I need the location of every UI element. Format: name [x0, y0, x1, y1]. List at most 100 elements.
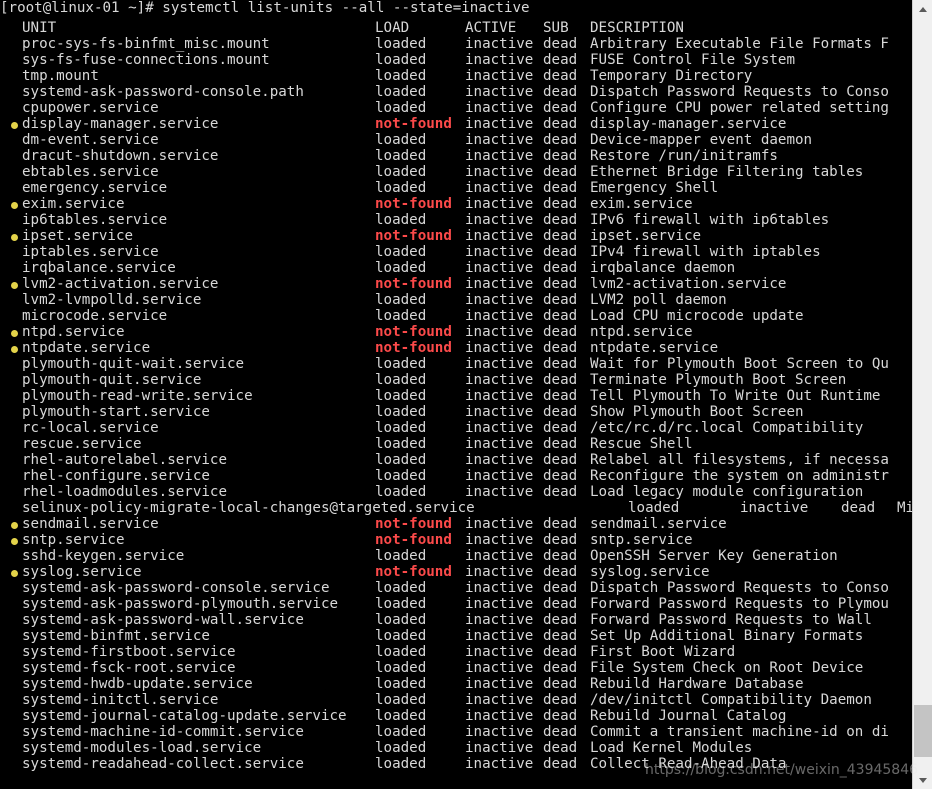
- unit-name: systemd-ask-password-wall.service: [22, 612, 304, 628]
- load-state: loaded: [375, 756, 427, 772]
- table-row: ntpdate.service not-found inactive dead ntpd…: [0, 340, 912, 356]
- load-state: loaded: [375, 148, 427, 164]
- load-state-not-found: not-found: [375, 340, 452, 356]
- table-row: systemd-readahead-collect.service loaded i…: [0, 756, 912, 772]
- scrollbar-track[interactable]: [913, 18, 932, 771]
- prompt-command-text: [root@linux-01 ~]# systemctl list-units …: [0, 0, 530, 16]
- active-state: inactive: [465, 196, 534, 212]
- load-state: loaded: [375, 644, 427, 660]
- active-state: inactive: [465, 708, 534, 724]
- unit-description: Reconfigure the system on administr: [590, 468, 889, 484]
- load-state: loaded: [375, 468, 427, 484]
- active-state: inactive: [465, 244, 534, 260]
- sub-state: dead: [543, 532, 578, 548]
- status-bullet-icon: [11, 346, 18, 353]
- table-row: systemd-machine-id-commit.service loaded i…: [0, 724, 912, 740]
- load-state: loaded: [375, 292, 427, 308]
- active-state: inactive: [465, 324, 534, 340]
- unit-description: Device-mapper event daemon: [590, 132, 813, 148]
- table-row: sendmail.service not-found inactive dead sen…: [0, 516, 912, 532]
- sub-state: dead: [543, 356, 578, 372]
- unit-description: ipset.service: [590, 228, 702, 244]
- unit-description: Wait for Plymouth Boot Screen to Qu: [590, 356, 889, 372]
- load-state: loaded: [375, 372, 427, 388]
- table-row: exim.service not-found inactive dead exim.se…: [0, 196, 912, 212]
- active-state: inactive: [465, 740, 534, 756]
- unit-description: sendmail.service: [590, 516, 727, 532]
- unit-description: Migrate local SELinu: [897, 500, 912, 516]
- active-state: inactive: [465, 228, 534, 244]
- load-state: loaded: [375, 420, 427, 436]
- load-state-not-found: not-found: [375, 116, 452, 132]
- chevron-up-icon: [918, 6, 927, 12]
- unit-description: Terminate Plymouth Boot Screen: [590, 372, 847, 388]
- sub-state: dead: [543, 212, 578, 228]
- load-state: loaded: [375, 132, 427, 148]
- load-state: loaded: [375, 212, 427, 228]
- load-state-not-found: not-found: [375, 228, 452, 244]
- load-state: loaded: [375, 612, 427, 628]
- load-state: loaded: [375, 724, 427, 740]
- unit-description: Restore /run/initramfs: [590, 148, 778, 164]
- unit-name: display-manager.service: [22, 116, 219, 132]
- active-state: inactive: [740, 500, 809, 516]
- table-row: sntp.service not-found inactive dead sntp.se…: [0, 532, 912, 548]
- unit-description: Collect Read-Ahead Data: [590, 756, 787, 772]
- unit-description: Ethernet Bridge Filtering tables: [590, 164, 864, 180]
- sub-state: dead: [543, 340, 578, 356]
- unit-name: plymouth-read-write.service: [22, 388, 253, 404]
- scroll-down-arrow-button[interactable]: [913, 771, 932, 789]
- load-state: loaded: [375, 692, 427, 708]
- unit-name: emergency.service: [22, 180, 168, 196]
- sub-state: dead: [543, 276, 578, 292]
- unit-description: Temporary Directory: [590, 68, 753, 84]
- sub-state: dead: [543, 164, 578, 180]
- unit-name: sys-fs-fuse-connections.mount: [22, 52, 270, 68]
- load-state: loaded: [375, 660, 427, 676]
- scroll-up-arrow-button[interactable]: [913, 0, 932, 18]
- load-state: loaded: [375, 100, 427, 116]
- load-state: loaded: [375, 180, 427, 196]
- unit-description: ntpd.service: [590, 324, 693, 340]
- unit-name: ntpdate.service: [22, 340, 151, 356]
- table-row: plymouth-read-write.service loaded inactiv…: [0, 388, 912, 404]
- terminal-output-area[interactable]: [root@linux-01 ~]# systemctl list-units …: [0, 0, 912, 789]
- unit-name: tmp.mount: [22, 68, 99, 84]
- active-state: inactive: [465, 356, 534, 372]
- table-row: systemd-fsck-root.service loaded inactive d…: [0, 660, 912, 676]
- scrollbar-thumb[interactable]: [914, 705, 932, 757]
- active-state: inactive: [465, 628, 534, 644]
- unit-name: systemd-binfmt.service: [22, 628, 210, 644]
- load-state: loaded: [375, 596, 427, 612]
- sub-state: dead: [543, 372, 578, 388]
- active-state: inactive: [465, 132, 534, 148]
- unit-description: Forward Password Requests to Wall: [590, 612, 872, 628]
- status-bullet-icon: [11, 330, 18, 337]
- unit-name: selinux-policy-migrate-local-changes@tar…: [22, 500, 475, 516]
- active-state: inactive: [465, 548, 534, 564]
- command-prompt-line: [root@linux-01 ~]# systemctl list-units …: [0, 0, 912, 20]
- unit-name: proc-sys-fs-binfmt_misc.mount: [22, 36, 270, 52]
- unit-name: ip6tables.service: [22, 212, 168, 228]
- unit-description: lvm2-activation.service: [590, 276, 787, 292]
- load-state: loaded: [375, 36, 427, 52]
- unit-description: IPv4 firewall with iptables: [590, 244, 821, 260]
- sub-state: dead: [543, 468, 578, 484]
- vertical-scrollbar[interactable]: [912, 0, 932, 789]
- load-state: loaded: [375, 580, 427, 596]
- unit-name: sshd-keygen.service: [22, 548, 185, 564]
- sub-state: dead: [543, 100, 578, 116]
- sub-state: dead: [543, 324, 578, 340]
- active-state: inactive: [465, 724, 534, 740]
- unit-name: microcode.service: [22, 308, 168, 324]
- unit-name: systemd-fsck-root.service: [22, 660, 236, 676]
- status-bullet-icon: [11, 570, 18, 577]
- table-row: dm-event.service loaded inactive dead Device…: [0, 132, 912, 148]
- unit-name: rescue.service: [22, 436, 142, 452]
- table-row: plymouth-start.service loaded inactive dead…: [0, 404, 912, 420]
- unit-description: Load CPU microcode update: [590, 308, 804, 324]
- sub-state: dead: [543, 36, 578, 52]
- column-header-load: LOAD: [375, 20, 410, 36]
- active-state: inactive: [465, 84, 534, 100]
- active-state: inactive: [465, 212, 534, 228]
